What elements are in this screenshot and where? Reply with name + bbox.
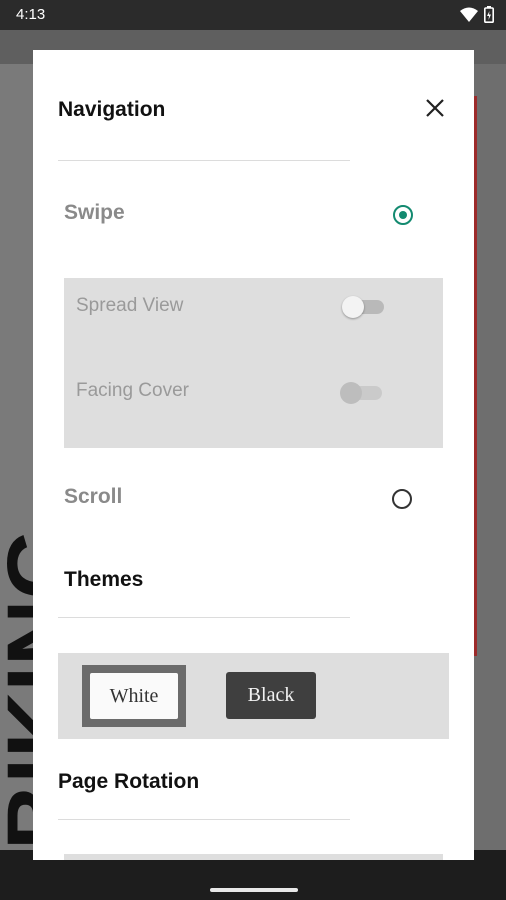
battery-icon (484, 6, 494, 28)
dialog-title: Navigation (58, 98, 166, 121)
background-page-text: BIKING (0, 528, 34, 850)
status-icons (460, 6, 494, 28)
spread-view-label: Spread View (76, 295, 184, 316)
title-divider (58, 160, 350, 161)
navigation-dialog: Navigation Swipe Spread View Facing Cove… (33, 50, 474, 860)
theme-black-button[interactable]: Black (226, 672, 316, 719)
page-rotation-panel (64, 854, 443, 860)
swipe-option-label[interactable]: Swipe (64, 201, 125, 225)
wifi-icon (460, 7, 478, 28)
home-handle[interactable] (210, 888, 298, 892)
theme-white-button[interactable]: White (82, 665, 186, 727)
facing-cover-label: Facing Cover (76, 380, 189, 401)
swipe-settings-panel: Spread View Facing Cover (64, 278, 443, 448)
background-page-border (474, 96, 477, 656)
themes-heading: Themes (64, 568, 144, 591)
page-rotation-heading: Page Rotation (58, 770, 200, 793)
themes-divider (58, 617, 350, 618)
page-rotation-divider (58, 819, 350, 820)
theme-white-label: White (90, 673, 178, 719)
scroll-option-label[interactable]: Scroll (64, 485, 122, 509)
themes-panel: White Black (58, 653, 449, 739)
close-icon (426, 99, 444, 117)
scroll-radio[interactable] (392, 489, 412, 509)
status-bar: 4:13 (0, 0, 506, 30)
status-time: 4:13 (16, 6, 46, 23)
close-button[interactable] (421, 94, 449, 122)
swipe-radio[interactable] (393, 205, 413, 225)
